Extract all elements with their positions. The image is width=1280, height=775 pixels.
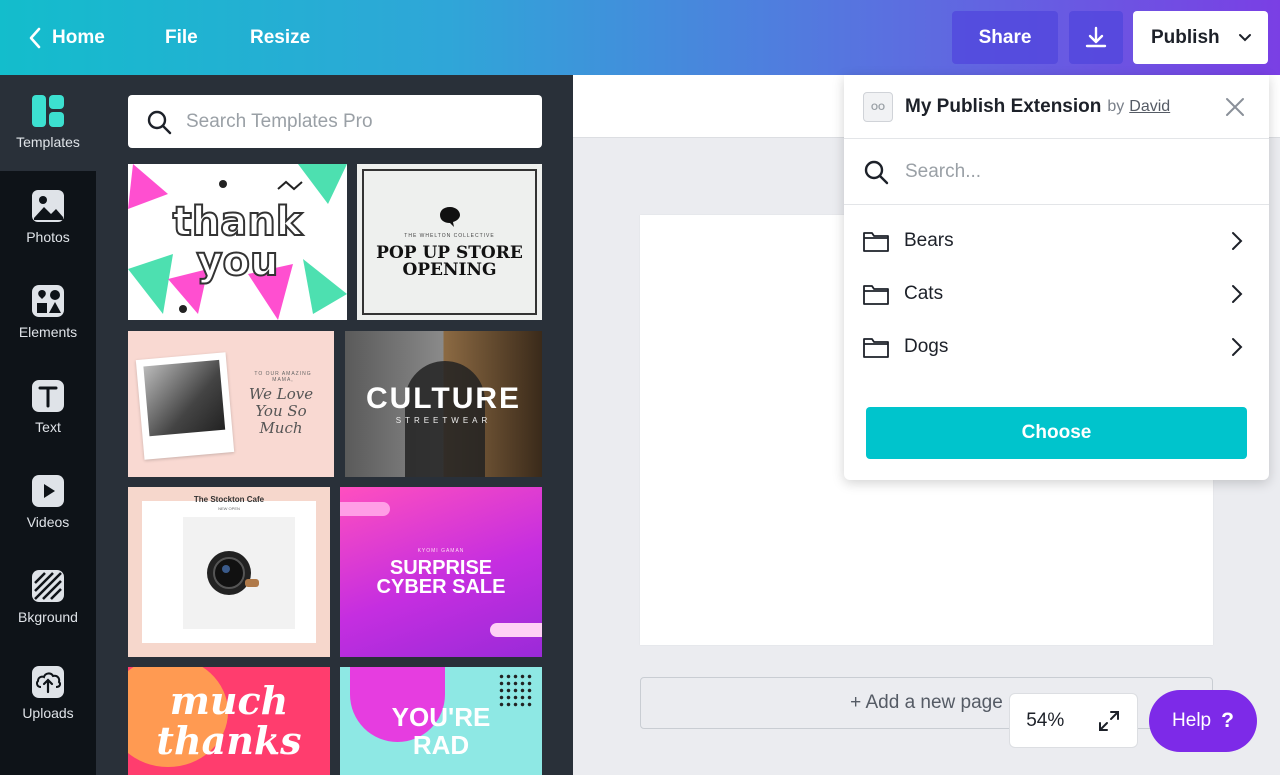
folder-icon	[863, 284, 889, 305]
background-icon	[32, 570, 64, 602]
coffee-cup-icon	[207, 551, 259, 595]
templates-icon	[32, 95, 64, 127]
chevron-right-icon	[1232, 337, 1243, 356]
chevron-right-icon	[1232, 231, 1243, 250]
folder-item-dogs[interactable]: Dogs	[844, 320, 1269, 373]
folder-label: Bears	[904, 229, 954, 251]
extension-logo: OO	[863, 91, 893, 122]
popover-header: OO My Publish Extension by David	[844, 75, 1269, 139]
rail-label: Templates	[16, 134, 80, 150]
template-title: We Love You So Much	[248, 385, 314, 437]
rail-label: Photos	[26, 229, 70, 245]
download-icon	[1085, 26, 1107, 47]
file-menu-button[interactable]: File	[165, 0, 198, 75]
extension-title: My Publish Extension	[905, 95, 1102, 117]
template-card[interactable]: THE WHELTON COLLECTIVE POP UP STORE OPEN…	[357, 164, 542, 320]
zoom-control[interactable]: 54%	[1009, 693, 1138, 748]
rail-item-photos[interactable]: Photos	[0, 172, 96, 262]
template-card[interactable]: TO OUR AMAZING MAMA, We Love You So Much	[128, 331, 334, 477]
template-title: SURPRISE CYBER SALE	[376, 556, 506, 598]
rail-item-text[interactable]: Text	[0, 362, 96, 452]
uploads-icon	[32, 666, 64, 698]
publish-label: Publish	[1151, 26, 1220, 48]
template-title: YOU'RE RAD	[391, 702, 491, 760]
rail-item-background[interactable]: Bkground	[0, 552, 96, 642]
template-card[interactable]: YOU'RE RAD	[340, 667, 542, 775]
chevron-left-icon	[29, 27, 41, 48]
template-subtitle: STREETWEAR	[395, 415, 492, 425]
template-title: much thanks	[156, 678, 302, 763]
expand-icon[interactable]	[1097, 709, 1121, 733]
side-rail: Templates Photos Elements Text Videos Bk…	[0, 75, 96, 775]
folder-label: Dogs	[904, 335, 949, 357]
folder-icon	[863, 337, 889, 358]
template-subtitle: KYOMI GAMAN	[417, 547, 465, 554]
help-label: Help	[1172, 710, 1212, 731]
photo-frame	[135, 352, 235, 460]
home-label: Home	[52, 27, 105, 48]
popover-search-input[interactable]	[905, 160, 1235, 183]
home-button[interactable]: Home	[28, 0, 105, 75]
top-bar: Home File Resize Share Publish	[0, 0, 1280, 75]
extension-author-link[interactable]: David	[1129, 98, 1170, 116]
elements-icon	[32, 285, 64, 317]
rail-label: Elements	[18, 324, 78, 340]
folder-label: Cats	[904, 282, 944, 304]
videos-icon	[32, 475, 64, 507]
rail-item-uploads[interactable]: Uploads	[0, 648, 96, 738]
publish-button[interactable]: Publish	[1133, 11, 1268, 64]
template-title: POP UP STORE OPENING	[376, 243, 523, 280]
template-subtitle: TO OUR AMAZING MAMA,	[254, 371, 312, 383]
choose-button[interactable]: Choose	[866, 407, 1247, 459]
folder-item-cats[interactable]: Cats	[844, 267, 1269, 320]
folder-item-bears[interactable]: Bears	[844, 214, 1269, 267]
template-subtitle: NEW OPEN	[218, 506, 240, 511]
template-title: CULTURE	[365, 381, 522, 415]
template-title: thank you	[172, 199, 304, 285]
folder-icon	[863, 231, 889, 252]
zoom-level[interactable]: 54%	[1026, 710, 1064, 732]
rail-label: Bkground	[18, 609, 78, 625]
close-icon[interactable]	[1224, 96, 1246, 118]
template-card[interactable]: KYOMI GAMAN SURPRISE CYBER SALE	[340, 487, 542, 657]
template-search-box[interactable]	[128, 95, 542, 148]
search-icon	[864, 160, 889, 184]
share-button[interactable]: Share	[952, 11, 1058, 64]
rail-item-elements[interactable]: Elements	[0, 267, 96, 357]
help-button[interactable]: Help ?	[1149, 690, 1257, 752]
extension-logo-text: OO	[870, 101, 885, 112]
extension-by-label: by	[1107, 97, 1125, 115]
rail-label: Text	[35, 419, 61, 435]
rail-item-templates[interactable]: Templates	[0, 77, 96, 167]
photos-icon	[32, 190, 64, 222]
text-icon	[32, 380, 64, 412]
chevron-down-icon	[1238, 33, 1251, 41]
popover-search[interactable]	[844, 139, 1269, 205]
template-card[interactable]: much thanks	[128, 667, 330, 775]
search-icon	[147, 110, 172, 134]
template-search-input[interactable]	[186, 110, 506, 133]
rail-label: Videos	[26, 514, 70, 530]
publish-extension-popover: OO My Publish Extension by David Bears C…	[844, 75, 1269, 480]
resize-button[interactable]: Resize	[250, 0, 310, 75]
speech-bubble-icon	[439, 207, 460, 227]
template-card[interactable]: thank you	[128, 164, 347, 320]
rail-label: Uploads	[22, 705, 74, 721]
template-card[interactable]: CULTURE STREETWEAR	[345, 331, 542, 477]
download-button[interactable]	[1069, 11, 1123, 64]
template-subtitle: THE WHELTON COLLECTIVE	[404, 233, 495, 239]
template-title: The Stockton Cafe	[193, 495, 265, 504]
templates-panel: thank you THE WHELTON COLLECTIVE POP UP …	[96, 75, 573, 775]
rail-item-videos[interactable]: Videos	[0, 457, 96, 547]
question-icon: ?	[1221, 709, 1234, 732]
chevron-right-icon	[1232, 284, 1243, 303]
template-card[interactable]: The Stockton Cafe NEW OPEN	[128, 487, 330, 657]
